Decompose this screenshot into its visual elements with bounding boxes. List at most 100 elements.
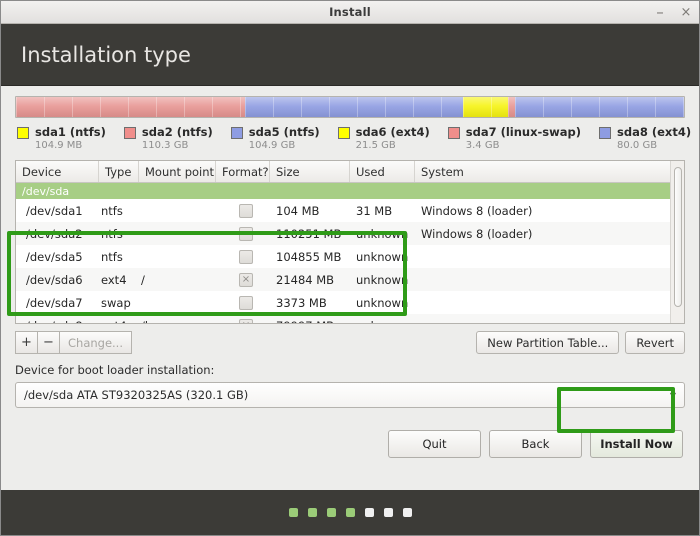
legend-swatch-icon — [124, 127, 136, 139]
new-partition-table-button[interactable]: New Partition Table... — [476, 331, 619, 354]
install-window: Install – × Installation type sda1 (ntfs… — [0, 0, 700, 536]
legend-text: sda2 (ntfs)110.3 GB — [142, 125, 213, 152]
legend-item-5: sda8 (ext4)80.0 GB — [599, 125, 691, 152]
window-controls: – × — [653, 1, 693, 24]
legend-swatch-icon — [338, 127, 350, 139]
cell-system — [415, 268, 665, 291]
legend-size: 110.3 GB — [142, 139, 213, 152]
partition-segment-sda2[interactable] — [16, 97, 245, 117]
partition-segment-sda8[interactable] — [515, 97, 684, 117]
bootloader-selected-value: /dev/sda ATA ST9320325AS (320.1 GB) — [24, 388, 248, 402]
partition-segment-sda7[interactable] — [508, 97, 515, 117]
legend-item-2: sda5 (ntfs)104.9 GB — [231, 125, 320, 152]
cell-mount-point: /home — [139, 314, 216, 324]
legend-text: sda5 (ntfs)104.9 GB — [249, 125, 320, 152]
legend-label: sda1 (ntfs) — [35, 125, 106, 139]
format-checkbox-unchecked[interactable] — [239, 204, 253, 218]
table-column-header-size[interactable]: Size — [270, 161, 350, 182]
install-now-button[interactable]: Install Now — [590, 430, 683, 458]
legend-size: 21.5 GB — [356, 139, 430, 152]
partition-legend: sda1 (ntfs)104.9 MB sda2 (ntfs)110.3 GB sd… — [15, 125, 685, 152]
quit-button[interactable]: Quit — [388, 430, 481, 458]
cell-used: unknown — [350, 268, 415, 291]
table-column-header-type[interactable]: Type — [99, 161, 139, 182]
table-row[interactable]: /dev/sda7swap3373 MBunknown — [16, 291, 684, 314]
legend-label: sda5 (ntfs) — [249, 125, 320, 139]
cell-mount-point — [139, 245, 216, 268]
main-content: sda1 (ntfs)104.9 MB sda2 (ntfs)110.3 GB sd… — [1, 86, 699, 490]
progress-dot-1 — [289, 508, 298, 517]
cell-type: ntfs — [99, 245, 139, 268]
change-partition-button[interactable]: Change... — [59, 331, 132, 354]
cell-used: unknown — [350, 222, 415, 245]
legend-swatch-icon — [231, 127, 243, 139]
cell-size: 79997 MB — [270, 314, 350, 324]
table-column-header-device[interactable]: Device — [16, 161, 99, 182]
cell-used: unknown — [350, 314, 415, 324]
progress-dot-6 — [384, 508, 393, 517]
table-row-disk[interactable]: /dev/sda — [16, 183, 684, 199]
cell-device: /dev/sda1 — [16, 199, 99, 222]
cell-device: /dev/sda6 — [16, 268, 99, 291]
table-column-header-system[interactable]: System — [415, 161, 665, 182]
bootloader-label: Device for boot loader installation: — [15, 363, 685, 377]
cell-type: ext4 — [99, 268, 139, 291]
cell-system: Windows 8 (loader) — [415, 222, 665, 245]
table-header-row: DeviceTypeMount pointFormat?SizeUsedSyst… — [16, 161, 684, 183]
partition-toolbar: + − Change... New Partition Table... Rev… — [15, 331, 685, 354]
cell-type: swap — [99, 291, 139, 314]
format-checkbox-unchecked[interactable] — [239, 296, 253, 310]
cell-type: ntfs — [99, 222, 139, 245]
bootloader-select[interactable]: /dev/sda ATA ST9320325AS (320.1 GB) ▼ — [15, 382, 685, 408]
format-checkbox-unchecked[interactable] — [239, 250, 253, 264]
back-button[interactable]: Back — [489, 430, 582, 458]
table-row[interactable]: /dev/sda1ntfs104 MB31 MBWindows 8 (loade… — [16, 199, 684, 222]
legend-label: sda6 (ext4) — [356, 125, 430, 139]
table-column-header-used[interactable]: Used — [350, 161, 415, 182]
partition-table[interactable]: DeviceTypeMount pointFormat?SizeUsedSyst… — [15, 160, 685, 324]
wizard-actions: Quit Back Install Now — [15, 430, 685, 458]
partition-edit-buttons: + − Change... — [15, 331, 132, 354]
cell-type: ext4 — [99, 314, 139, 324]
table-row[interactable]: /dev/sda2ntfs110251 MBunknownWindows 8 (… — [16, 222, 684, 245]
legend-text: sda8 (ext4)80.0 GB — [617, 125, 691, 152]
cell-type: ntfs — [99, 199, 139, 222]
cell-format[interactable] — [216, 222, 270, 245]
legend-size: 104.9 GB — [249, 139, 320, 152]
legend-text: sda7 (linux-swap)3.4 GB — [466, 125, 581, 152]
legend-item-3: sda6 (ext4)21.5 GB — [338, 125, 430, 152]
legend-item-1: sda2 (ntfs)110.3 GB — [124, 125, 213, 152]
format-checkbox-unchecked[interactable] — [239, 227, 253, 241]
add-partition-button[interactable]: + — [15, 331, 37, 354]
format-checkbox-checked[interactable]: × — [239, 273, 253, 287]
cell-mount-point: / — [139, 268, 216, 291]
table-column-header-format[interactable]: Format? — [216, 161, 270, 182]
partition-segment-sda6[interactable] — [463, 97, 508, 117]
table-scrollbar[interactable] — [670, 161, 684, 323]
disk-label: /dev/sda — [16, 183, 684, 199]
remove-partition-button[interactable]: − — [37, 331, 59, 354]
progress-dot-7 — [403, 508, 412, 517]
cell-format[interactable]: × — [216, 268, 270, 291]
table-row[interactable]: /dev/sda8ext4/home×79997 MBunknown — [16, 314, 684, 324]
cell-format[interactable] — [216, 291, 270, 314]
chevron-down-icon[interactable]: ▼ — [670, 391, 676, 400]
table-column-header-mount-point[interactable]: Mount point — [139, 161, 216, 182]
cell-format[interactable]: × — [216, 314, 270, 324]
revert-button[interactable]: Revert — [625, 331, 685, 354]
close-icon[interactable]: × — [679, 6, 693, 20]
partition-bar[interactable] — [15, 96, 685, 118]
legend-size: 104.9 MB — [35, 139, 106, 152]
legend-size: 3.4 GB — [466, 139, 581, 152]
table-row[interactable]: /dev/sda6ext4/×21484 MBunknown — [16, 268, 684, 291]
table-body[interactable]: /dev/sda/dev/sda1ntfs104 MB31 MBWindows … — [16, 183, 684, 324]
format-checkbox-checked[interactable]: × — [239, 319, 253, 325]
cell-format[interactable] — [216, 199, 270, 222]
minimize-icon[interactable]: – — [653, 6, 667, 20]
table-scrollbar-thumb[interactable] — [674, 167, 682, 307]
table-row[interactable]: /dev/sda5ntfs104855 MBunknown — [16, 245, 684, 268]
cell-format[interactable] — [216, 245, 270, 268]
cell-mount-point — [139, 222, 216, 245]
title-bar: Install – × — [1, 1, 699, 24]
partition-segment-sda5[interactable] — [245, 97, 463, 117]
